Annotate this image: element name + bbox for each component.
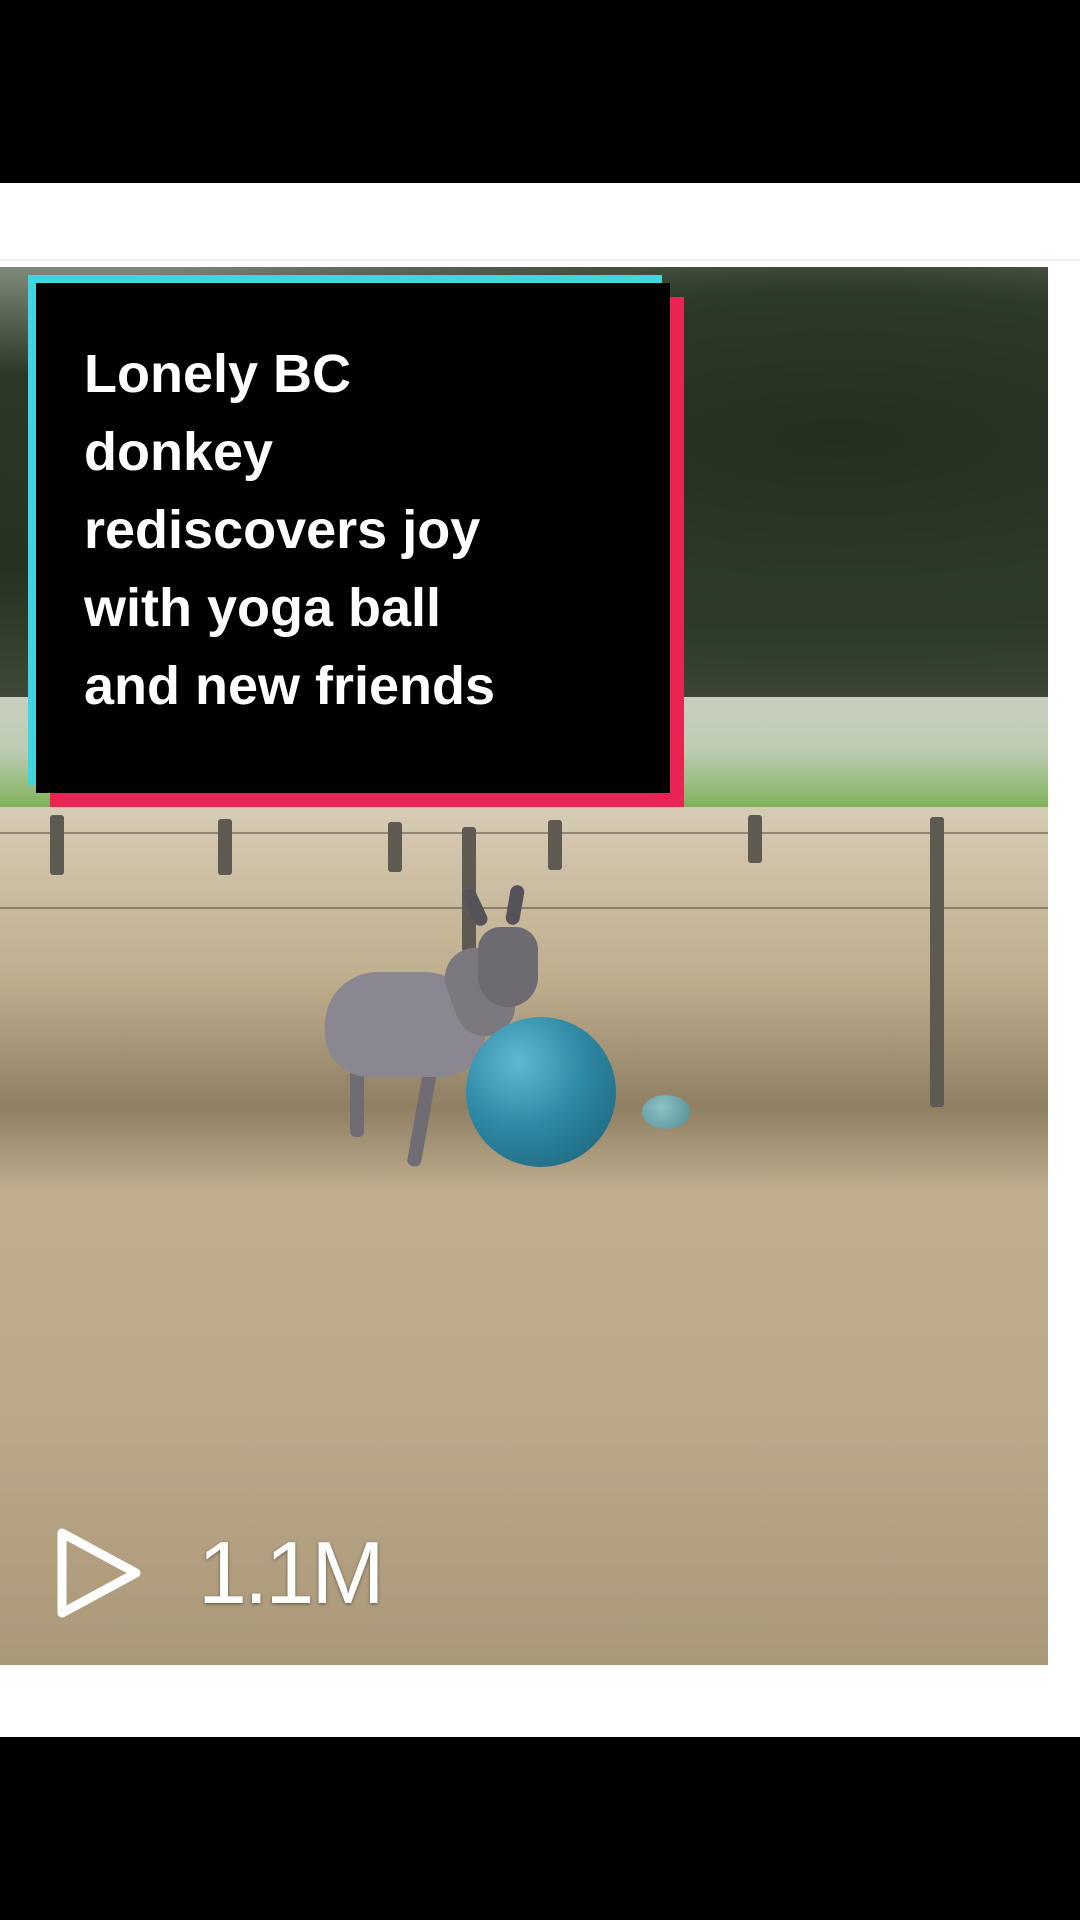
title-overlay-box: Lonely BC donkey rediscovers joy with yo… — [36, 283, 670, 793]
card-divider — [0, 259, 1080, 261]
view-count-row: 1.1M — [48, 1522, 385, 1624]
fence-post — [748, 815, 762, 863]
fence-post — [50, 815, 64, 875]
video-card[interactable]: Lonely BC donkey rediscovers joy with yo… — [0, 183, 1080, 1737]
yoga-ball — [466, 1017, 616, 1167]
fence-wire — [0, 832, 1048, 834]
bottom-letterbox — [0, 1737, 1080, 1920]
fence-post — [548, 820, 562, 870]
video-thumbnail[interactable]: Lonely BC donkey rediscovers joy with yo… — [0, 267, 1048, 1665]
small-ball — [642, 1095, 690, 1129]
view-count: 1.1M — [198, 1523, 385, 1622]
donkey-head — [478, 927, 538, 1007]
fence-post — [218, 819, 232, 875]
fence-post — [930, 817, 944, 1107]
fence-post — [388, 822, 402, 872]
top-letterbox — [0, 0, 1080, 183]
fence-wire — [0, 907, 1048, 909]
video-title: Lonely BC donkey rediscovers joy with yo… — [84, 344, 496, 716]
play-icon — [57, 1528, 141, 1618]
